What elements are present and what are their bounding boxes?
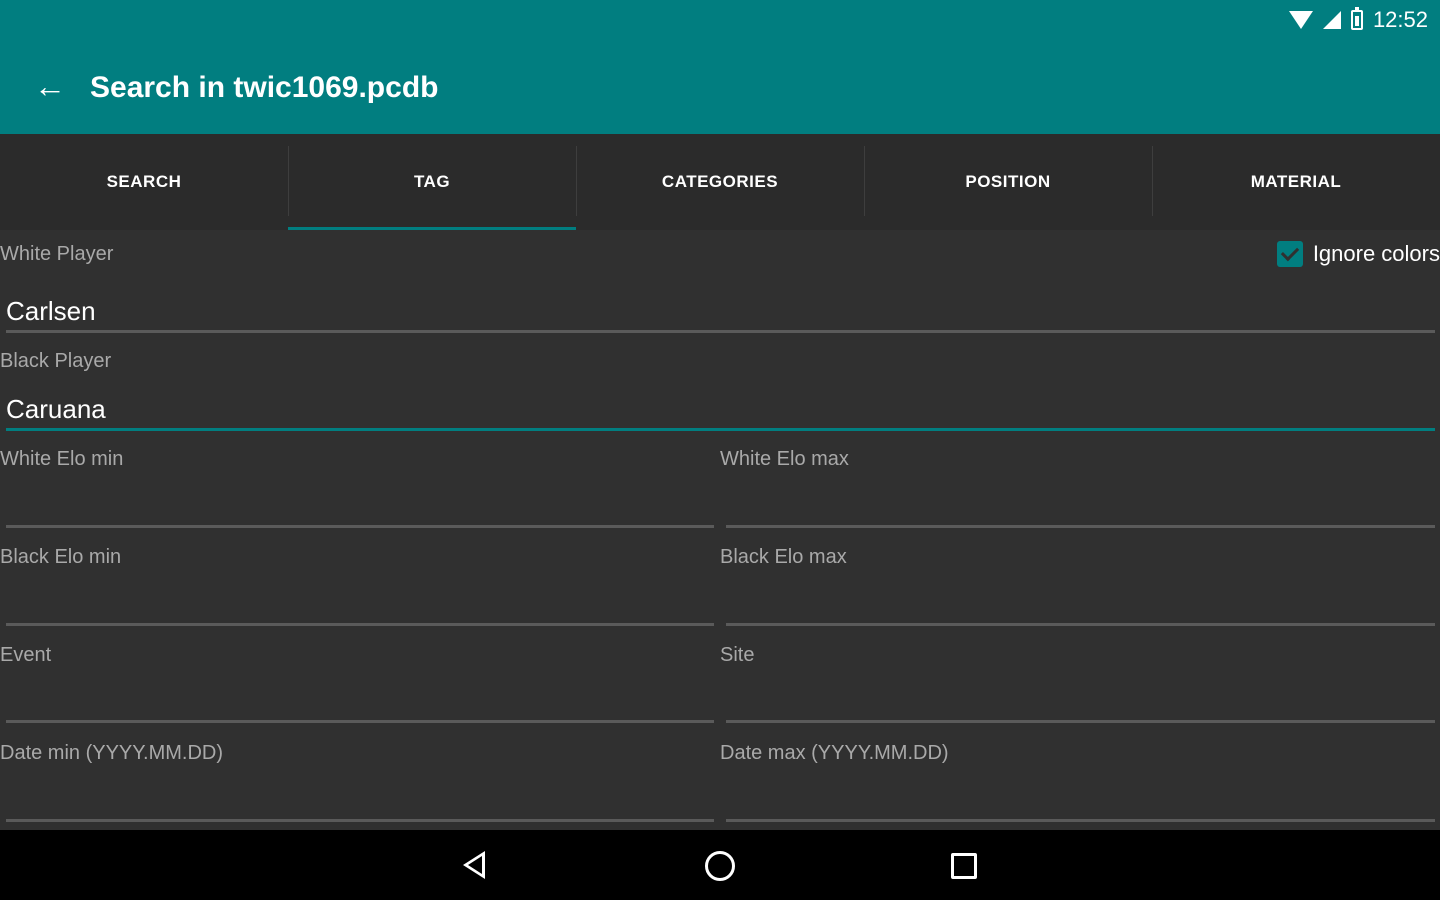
black-elo-max-label: Black Elo max xyxy=(720,546,847,568)
site-underline xyxy=(726,720,1435,723)
site-input[interactable] xyxy=(726,686,1434,720)
ignore-colors-checkbox-row[interactable]: Ignore colors xyxy=(1276,238,1440,270)
status-bar: 12:52 xyxy=(1288,6,1428,34)
white-player-label: White Player xyxy=(0,243,114,265)
white-elo-min-input[interactable] xyxy=(6,490,714,524)
ignore-colors-checkbox[interactable] xyxy=(1276,241,1303,267)
white-elo-min-underline xyxy=(6,525,714,528)
event-underline xyxy=(6,720,714,723)
black-player-input[interactable]: Caruana xyxy=(6,392,106,426)
signal-icon xyxy=(1322,11,1341,29)
site-label: Site xyxy=(720,644,755,666)
ignore-colors-label: Ignore colors xyxy=(1312,241,1440,266)
date-min-underline xyxy=(6,819,714,822)
nav-home-icon[interactable] xyxy=(705,851,735,881)
status-time: 12:52 xyxy=(1372,7,1428,32)
black-player-label: Black Player xyxy=(0,350,112,372)
navigation-bar xyxy=(0,830,1440,900)
tab-categories[interactable]: CATEGORIES xyxy=(576,134,864,230)
white-elo-max-label: White Elo max xyxy=(720,448,849,470)
date-max-input[interactable] xyxy=(726,784,1434,818)
page-title: Search in twic1069.pcdb xyxy=(90,71,439,104)
white-elo-max-input[interactable] xyxy=(726,490,1434,524)
date-min-input[interactable] xyxy=(6,784,714,818)
white-player-input[interactable]: Carlsen xyxy=(6,294,96,328)
black-elo-max-input[interactable] xyxy=(726,588,1434,622)
white-player-underline xyxy=(6,330,1435,333)
black-elo-max-underline xyxy=(726,623,1435,626)
battery-icon xyxy=(1350,7,1363,30)
event-input[interactable] xyxy=(6,686,714,720)
tab-position[interactable]: POSITION xyxy=(864,134,1152,230)
date-max-label: Date max (YYYY.MM.DD) xyxy=(720,742,949,764)
search-screen: 12:52 ← Search in twic1069.pcdb SEARCH T… xyxy=(0,0,1440,900)
tab-tag[interactable]: TAG xyxy=(288,134,576,230)
white-elo-min-label: White Elo min xyxy=(0,448,124,470)
app-bar: 12:52 ← Search in twic1069.pcdb xyxy=(0,0,1440,134)
tab-bar: SEARCH TAG CATEGORIES POSITION MATERIAL xyxy=(0,134,1440,230)
date-min-label: Date min (YYYY.MM.DD) xyxy=(0,742,224,764)
nav-back-icon[interactable] xyxy=(463,851,485,879)
black-elo-min-label: Black Elo min xyxy=(0,546,122,568)
tab-material[interactable]: MATERIAL xyxy=(1152,134,1440,230)
nav-recents-icon[interactable] xyxy=(951,853,977,879)
event-label: Event xyxy=(0,644,52,666)
black-elo-min-underline xyxy=(6,623,714,626)
black-player-underline xyxy=(6,428,1435,431)
wifi-icon xyxy=(1288,11,1313,29)
date-max-underline xyxy=(726,819,1435,822)
black-elo-min-input[interactable] xyxy=(6,588,714,622)
tab-search[interactable]: SEARCH xyxy=(0,134,288,230)
back-arrow-icon[interactable]: ← xyxy=(30,68,70,104)
white-elo-max-underline xyxy=(726,525,1435,528)
